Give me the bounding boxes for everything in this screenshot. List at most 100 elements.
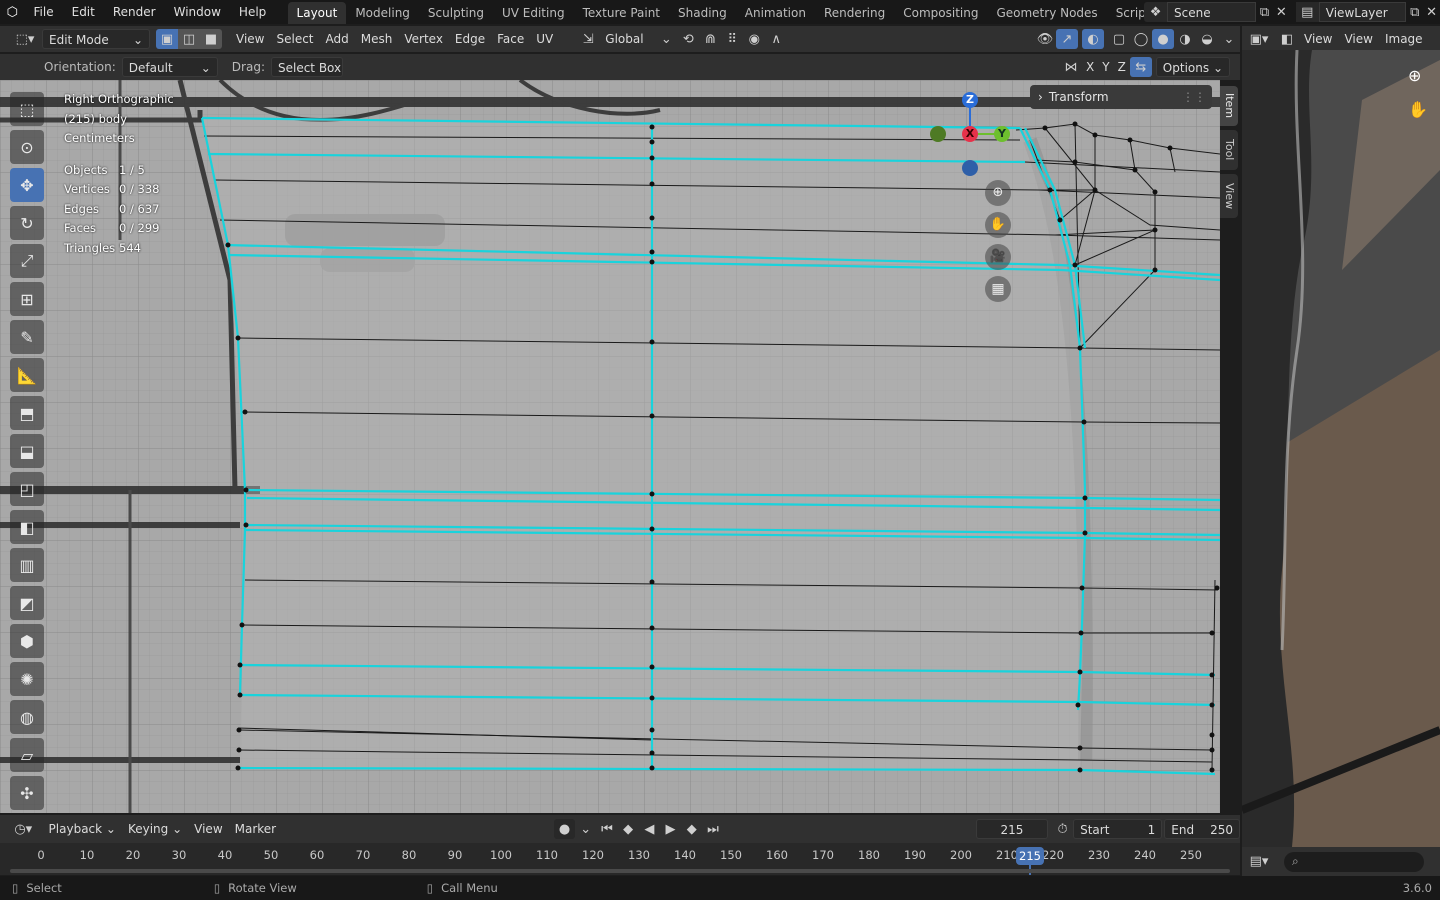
- jump-end-icon[interactable]: ⏭: [702, 819, 723, 839]
- gizmo-toggle-icon[interactable]: ↗: [1056, 29, 1078, 49]
- play-icon[interactable]: ▶: [660, 819, 681, 839]
- menu-select[interactable]: Select: [270, 29, 319, 49]
- menu-marker[interactable]: Marker: [229, 819, 282, 839]
- bevel-tool-icon[interactable]: ◧: [10, 510, 44, 544]
- tab-sculpting[interactable]: Sculpting: [419, 2, 493, 24]
- vertex-select-icon[interactable]: ▣: [156, 29, 178, 49]
- end-frame-field[interactable]: End 250: [1164, 819, 1240, 839]
- tab-modeling[interactable]: Modeling: [346, 2, 419, 24]
- 3d-viewport[interactable]: Z X Y ⊕ ✋ 🎥 ▦ › Transform ⋮⋮: [0, 80, 1220, 813]
- auto-merge-icon[interactable]: ⇆: [1129, 57, 1152, 77]
- scene-selector-icon[interactable]: ❖: [1144, 2, 1168, 22]
- smooth-tool-icon[interactable]: ◍: [10, 700, 44, 734]
- edge-select-icon[interactable]: ◫: [178, 29, 200, 49]
- drag-handle-icon[interactable]: ⋮⋮: [1182, 90, 1206, 104]
- move-tool-icon[interactable]: ✥: [10, 168, 44, 202]
- mode-dropdown[interactable]: Edit Mode ⌄: [42, 29, 150, 49]
- material-shading-icon[interactable]: ◑: [1174, 29, 1196, 49]
- wireframe-shading-icon[interactable]: ◯: [1130, 29, 1152, 49]
- menu-edit[interactable]: Edit: [63, 0, 104, 24]
- pivot-point-icon[interactable]: ⟲: [677, 29, 699, 49]
- image-view-dropdown[interactable]: View: [1298, 29, 1338, 49]
- mirror-y-toggle[interactable]: Y: [1098, 57, 1113, 77]
- spin-tool-icon[interactable]: ✺: [10, 662, 44, 696]
- menu-edge[interactable]: Edge: [449, 29, 491, 49]
- editor-type-icon[interactable]: ⬚▾: [8, 29, 42, 49]
- measure-tool-icon[interactable]: 📐: [10, 358, 44, 392]
- proportional-edit-icon[interactable]: ◉: [743, 29, 765, 49]
- delete-scene-icon[interactable]: ✕: [1273, 2, 1290, 22]
- menu-render[interactable]: Render: [104, 0, 165, 24]
- transform-orientation-icon[interactable]: ⇲: [577, 29, 599, 49]
- start-frame-field[interactable]: Start 1: [1073, 819, 1163, 839]
- gizmo-z-axis[interactable]: Z: [962, 92, 978, 108]
- rendered-shading-icon[interactable]: ◒: [1196, 29, 1218, 49]
- visibility-icon[interactable]: 👁: [1034, 29, 1056, 49]
- menu-file[interactable]: File: [25, 0, 63, 24]
- shrink-fatten-tool-icon[interactable]: ✣: [10, 776, 44, 810]
- menu-view[interactable]: View: [230, 29, 270, 49]
- search-field[interactable]: ⌕: [1284, 851, 1424, 872]
- transform-orientation-dropdown[interactable]: Global: [599, 29, 655, 49]
- timeline-scrollbar[interactable]: [10, 869, 1230, 873]
- navigation-gizmo[interactable]: Z X Y: [926, 90, 1016, 180]
- menu-face[interactable]: Face: [491, 29, 530, 49]
- tab-uv-editing[interactable]: UV Editing: [493, 2, 574, 24]
- viewport-canvas[interactable]: [0, 80, 1220, 813]
- options-dropdown[interactable]: Options ⌄: [1155, 57, 1230, 77]
- zoom-view-icon[interactable]: ⊕: [985, 180, 1011, 206]
- tab-shading[interactable]: Shading: [669, 2, 736, 24]
- play-reverse-icon[interactable]: ◀: [639, 819, 660, 839]
- tab-texture-paint[interactable]: Texture Paint: [574, 2, 669, 24]
- sidebar-tab-tool[interactable]: Tool: [1220, 130, 1238, 170]
- loop-cut-tool-icon[interactable]: ▥: [10, 548, 44, 582]
- view-layer-name-field[interactable]: ViewLayer: [1318, 2, 1407, 22]
- add-cube-tool-icon[interactable]: ⬒: [10, 396, 44, 430]
- timeline-menu-view[interactable]: View: [188, 819, 228, 839]
- menu-mesh[interactable]: Mesh: [355, 29, 399, 49]
- new-view-layer-icon[interactable]: ⧉: [1406, 2, 1423, 22]
- mirror-z-toggle[interactable]: Z: [1114, 57, 1130, 77]
- view-layer-icon[interactable]: ▤: [1295, 2, 1319, 22]
- camera-view-icon[interactable]: 🎥: [985, 244, 1011, 270]
- menu-playback[interactable]: Playback ⌄: [43, 819, 122, 839]
- outliner-type-icon[interactable]: ▤▾: [1242, 852, 1276, 872]
- auto-keying-icon[interactable]: ●: [553, 819, 576, 839]
- menu-help[interactable]: Help: [230, 0, 275, 24]
- menu-add[interactable]: Add: [320, 29, 355, 49]
- image-view-menu[interactable]: View: [1338, 29, 1378, 49]
- overlay-toggle-icon[interactable]: ◐: [1082, 29, 1104, 49]
- transform-panel-header[interactable]: › Transform ⋮⋮: [1030, 85, 1212, 109]
- blender-logo-icon[interactable]: ⬡: [0, 2, 25, 22]
- tab-animation[interactable]: Animation: [736, 2, 815, 24]
- jump-start-icon[interactable]: ⏮: [596, 819, 617, 839]
- tab-layout[interactable]: Layout: [287, 2, 347, 24]
- reference-image-view[interactable]: ⊕ ✋: [1242, 50, 1440, 847]
- edge-slide-tool-icon[interactable]: ▱: [10, 738, 44, 772]
- pan-view-icon[interactable]: ✋: [985, 212, 1011, 238]
- sidebar-tab-item[interactable]: Item: [1220, 86, 1238, 126]
- solid-shading-icon[interactable]: ●: [1152, 29, 1174, 49]
- menu-window[interactable]: Window: [165, 0, 230, 24]
- gizmo-x-axis[interactable]: X: [962, 126, 978, 142]
- inset-tool-icon[interactable]: ◰: [10, 472, 44, 506]
- next-keyframe-icon[interactable]: ◆: [681, 819, 702, 839]
- image-editor-type-icon[interactable]: ▣▾: [1242, 29, 1276, 49]
- current-frame-field[interactable]: 215: [976, 819, 1048, 839]
- timeline-editor-type-icon[interactable]: ◷▾: [4, 819, 43, 839]
- sidebar-tab-view[interactable]: View: [1220, 174, 1238, 218]
- image-zoom-icon[interactable]: ⊕: [1408, 66, 1421, 85]
- prev-keyframe-icon[interactable]: ◆: [618, 819, 639, 839]
- tab-compositing[interactable]: Compositing: [894, 2, 987, 24]
- image-pan-icon[interactable]: ✋: [1408, 100, 1428, 119]
- falloff-icon[interactable]: ∧: [765, 29, 787, 49]
- preview-range-icon[interactable]: ⏱: [1052, 819, 1073, 839]
- chevron-down-icon[interactable]: ⌄: [575, 819, 596, 839]
- face-select-icon[interactable]: ■: [200, 29, 222, 49]
- rotate-tool-icon[interactable]: ↻: [10, 206, 44, 240]
- mirror-x-toggle[interactable]: X: [1082, 57, 1098, 77]
- tab-geometry-nodes[interactable]: Geometry Nodes: [987, 2, 1106, 24]
- image-menu[interactable]: Image: [1379, 29, 1429, 49]
- mirror-icon[interactable]: ⋈: [1060, 57, 1082, 77]
- orientation-dropdown[interactable]: Default ⌄: [121, 57, 218, 77]
